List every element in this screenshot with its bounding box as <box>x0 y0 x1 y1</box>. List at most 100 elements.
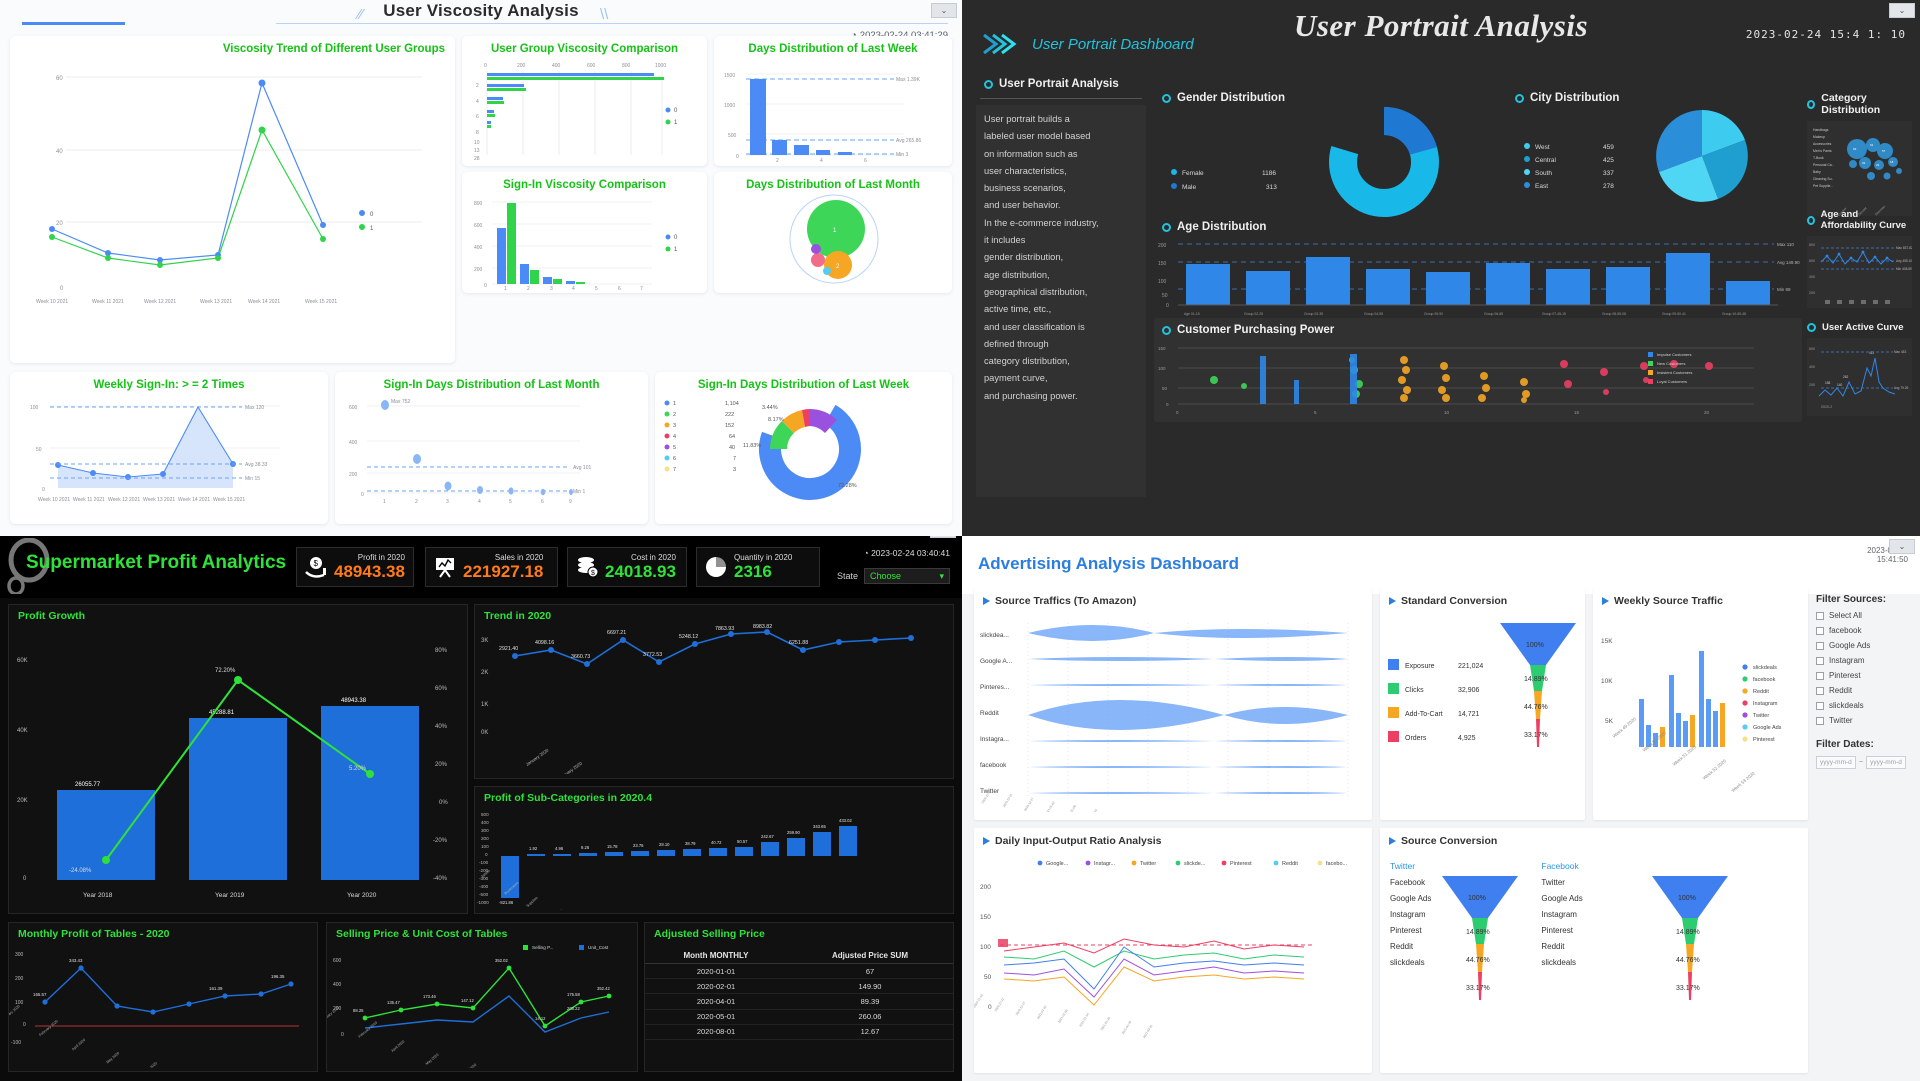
card-header: Category Distribution <box>1807 86 1912 116</box>
checkbox-icon[interactable] <box>1816 671 1824 680</box>
chart-days-distribution-last-month: 1 2 <box>789 194 879 284</box>
svg-text:11.83%: 11.83% <box>743 443 761 449</box>
svg-text:100: 100 <box>1158 279 1167 285</box>
stage-label: Exposure <box>1405 663 1435 670</box>
portrait-intro-text: User portrait builds a labeled user model… <box>976 105 1146 497</box>
svg-text:0: 0 <box>988 1004 992 1011</box>
svg-text:400: 400 <box>1809 365 1815 369</box>
portrait-logo: User Portrait Dashboard <box>980 32 1194 56</box>
checkbox-icon[interactable] <box>1816 686 1824 695</box>
svg-text:Clicks: Clicks <box>1405 687 1424 694</box>
svg-text:Week 10 2021: Week 10 2021 <box>36 299 68 305</box>
filter-option-pinterest[interactable]: Pinterest <box>1816 671 1910 680</box>
svg-text:20%: 20% <box>435 762 448 768</box>
chart-affordability-curve: 800 600 400 200 Max 837.82 Avg 455.10 Min … <box>1807 236 1913 308</box>
svg-text:Group 02-25: Group 02-25 <box>1244 312 1263 316</box>
supermarket-minimize-button[interactable]: ⌄ <box>930 536 956 538</box>
svg-text:Accessories: Accessories <box>1813 142 1832 146</box>
kpi-profit: $ Profit in 2020 48943.38 <box>296 547 414 587</box>
checkbox-icon[interactable] <box>1816 611 1824 620</box>
svg-text:337: 337 <box>1603 170 1614 177</box>
checkbox-icon[interactable] <box>1816 701 1824 710</box>
page-title: Supermarket Profit Analytics <box>26 552 287 573</box>
date-to-input[interactable]: yyyy-mm-d <box>1866 756 1907 769</box>
svg-text:Week 49 2020: Week 49 2020 <box>1612 716 1638 739</box>
svg-text:Group 07-45-15: Group 07-45-15 <box>1542 312 1566 316</box>
table-row[interactable]: 2020-01-01 67 <box>645 963 953 980</box>
pie-icon <box>706 557 726 577</box>
chart-purchasing-power: 150100 500 05 10 15 20 Impulse Customers… <box>1158 346 1754 415</box>
svg-text:20K: 20K <box>17 798 28 804</box>
chart-title: Sign-In Days Distribution of Last Week <box>697 379 910 391</box>
svg-text:Selling P...: Selling P... <box>532 945 553 950</box>
svg-text:0: 0 <box>361 492 364 498</box>
checkbox-icon[interactable] <box>1816 626 1824 635</box>
filter-option-reddit[interactable]: Reddit <box>1816 686 1910 695</box>
filter-option-google-ads[interactable]: Google Ads <box>1816 641 1910 650</box>
svg-text:Year 2018: Year 2018 <box>83 892 113 899</box>
svg-text:New Customers: New Customers <box>1657 361 1685 366</box>
svg-text:Min 1: Min 1 <box>573 489 585 495</box>
card-signin-days-last-month: Sign-In Days Distribution of Last Month … <box>335 372 648 524</box>
svg-text:400: 400 <box>474 245 483 251</box>
svg-text:33.17%: 33.17% <box>1524 732 1548 739</box>
chart-days-distribution-last-week: 1500 1000 500 0 Max 1.39K Avg 265.86 Min 3… <box>724 73 921 164</box>
svg-text:4: 4 <box>572 286 575 291</box>
table-row[interactable]: 2020-04-01 89.39 <box>645 993 953 1010</box>
svg-text:Week 13 2021: Week 13 2021 <box>143 497 175 503</box>
table-row[interactable]: 2020-08-01 12.67 <box>645 1024 953 1040</box>
svg-text:-40%: -40% <box>433 876 448 882</box>
svg-text:Group 03-35: Group 03-35 <box>1304 312 1323 316</box>
svg-text:44.76%: 44.76% <box>1524 704 1548 711</box>
stage-value: 221,024 <box>1458 663 1483 670</box>
ads-minimize-button[interactable]: ⌄ <box>1889 539 1915 554</box>
filter-option-instagram[interactable]: Instagram <box>1816 656 1910 665</box>
svg-text:2021-02-01: 2021-02-01 <box>1142 1024 1154 1039</box>
table-row[interactable]: 2020-05-01 260.06 <box>645 1009 953 1025</box>
svg-text:600: 600 <box>333 958 342 964</box>
portrait-minimize-button[interactable]: ⌄ <box>1889 3 1915 18</box>
svg-text:5248.12: 5248.12 <box>679 634 698 640</box>
svg-text:7: 7 <box>673 467 676 473</box>
svg-text:Avg 265.86: Avg 265.86 <box>896 138 921 144</box>
filter-option-twitter[interactable]: Twitter <box>1816 716 1910 725</box>
chart-age-distribution: 200150 100500 Max 110 Avg 149.90 Min 89 … <box>1158 242 1800 316</box>
filter-option-slickdeals[interactable]: slickdeals <box>1816 701 1910 710</box>
svg-text:-20%: -20% <box>433 838 448 844</box>
chart-weekly-signin: 100 50 0 Max 120 Avg 38.33 Min 15 Week 10 … <box>30 405 280 503</box>
date-from-input[interactable]: yyyy-mm-d <box>1816 756 1856 769</box>
card-category-distribution: Category Distribution Handbags Makeup Acce… <box>1807 86 1912 217</box>
svg-text:135.47: 135.47 <box>387 1000 400 1005</box>
svg-text:40%: 40% <box>435 724 448 730</box>
svg-text:January 2020: January 2020 <box>9 1004 21 1021</box>
svg-text:196.35: 196.35 <box>271 974 285 979</box>
filter-option-select-all[interactable]: Select All <box>1816 611 1910 620</box>
svg-text:2021-01-26: 2021-01-26 <box>1121 1020 1133 1035</box>
table-row[interactable]: 2020-02-01 149.90 <box>645 978 953 995</box>
svg-text:8: 8 <box>476 130 479 136</box>
svg-text:459: 459 <box>1603 144 1614 151</box>
svg-text:10K: 10K <box>1601 678 1613 685</box>
checkbox-icon[interactable] <box>1816 656 1824 665</box>
svg-text:7863.93: 7863.93 <box>715 626 734 632</box>
chart-title: Sign-In Days Distribution of Last Month <box>383 379 600 391</box>
viscosity-titlebar: ⁄⁄ User Viscosity Analysis \\ <box>0 0 962 30</box>
svg-text:10: 10 <box>1444 410 1450 415</box>
svg-text:Age 01-15: Age 01-15 <box>1184 312 1200 316</box>
svg-text:Min 15: Min 15 <box>245 476 260 482</box>
svg-text:158: 158 <box>1825 381 1831 385</box>
portrait-logo-label: User Portrait Dashboard <box>1032 35 1194 53</box>
card-portrait-intro: User Portrait Analysis User portrait bui… <box>976 72 1146 512</box>
window-minimize-button[interactable]: ⌄ <box>931 3 957 18</box>
svg-text:2021-01-02: 2021-01-02 <box>1044 800 1056 812</box>
svg-text:0: 0 <box>23 1022 26 1028</box>
checkbox-icon[interactable] <box>1816 716 1824 725</box>
svg-text:Cleaning Su..: Cleaning Su.. <box>1813 177 1833 181</box>
chart-signin-days-last-month: 600 400 200 0 Avg 101 Min 1 1 2 3 4 5 6 9 Max … <box>349 399 591 505</box>
svg-text:352.02: 352.02 <box>495 958 508 963</box>
state-filter[interactable]: State Choose ▾ <box>837 568 950 584</box>
checkbox-icon[interactable] <box>1816 641 1824 650</box>
filter-option-facebook[interactable]: facebook <box>1816 626 1910 635</box>
state-select[interactable]: Choose ▾ <box>864 568 950 584</box>
svg-text:2: 2 <box>476 83 479 89</box>
